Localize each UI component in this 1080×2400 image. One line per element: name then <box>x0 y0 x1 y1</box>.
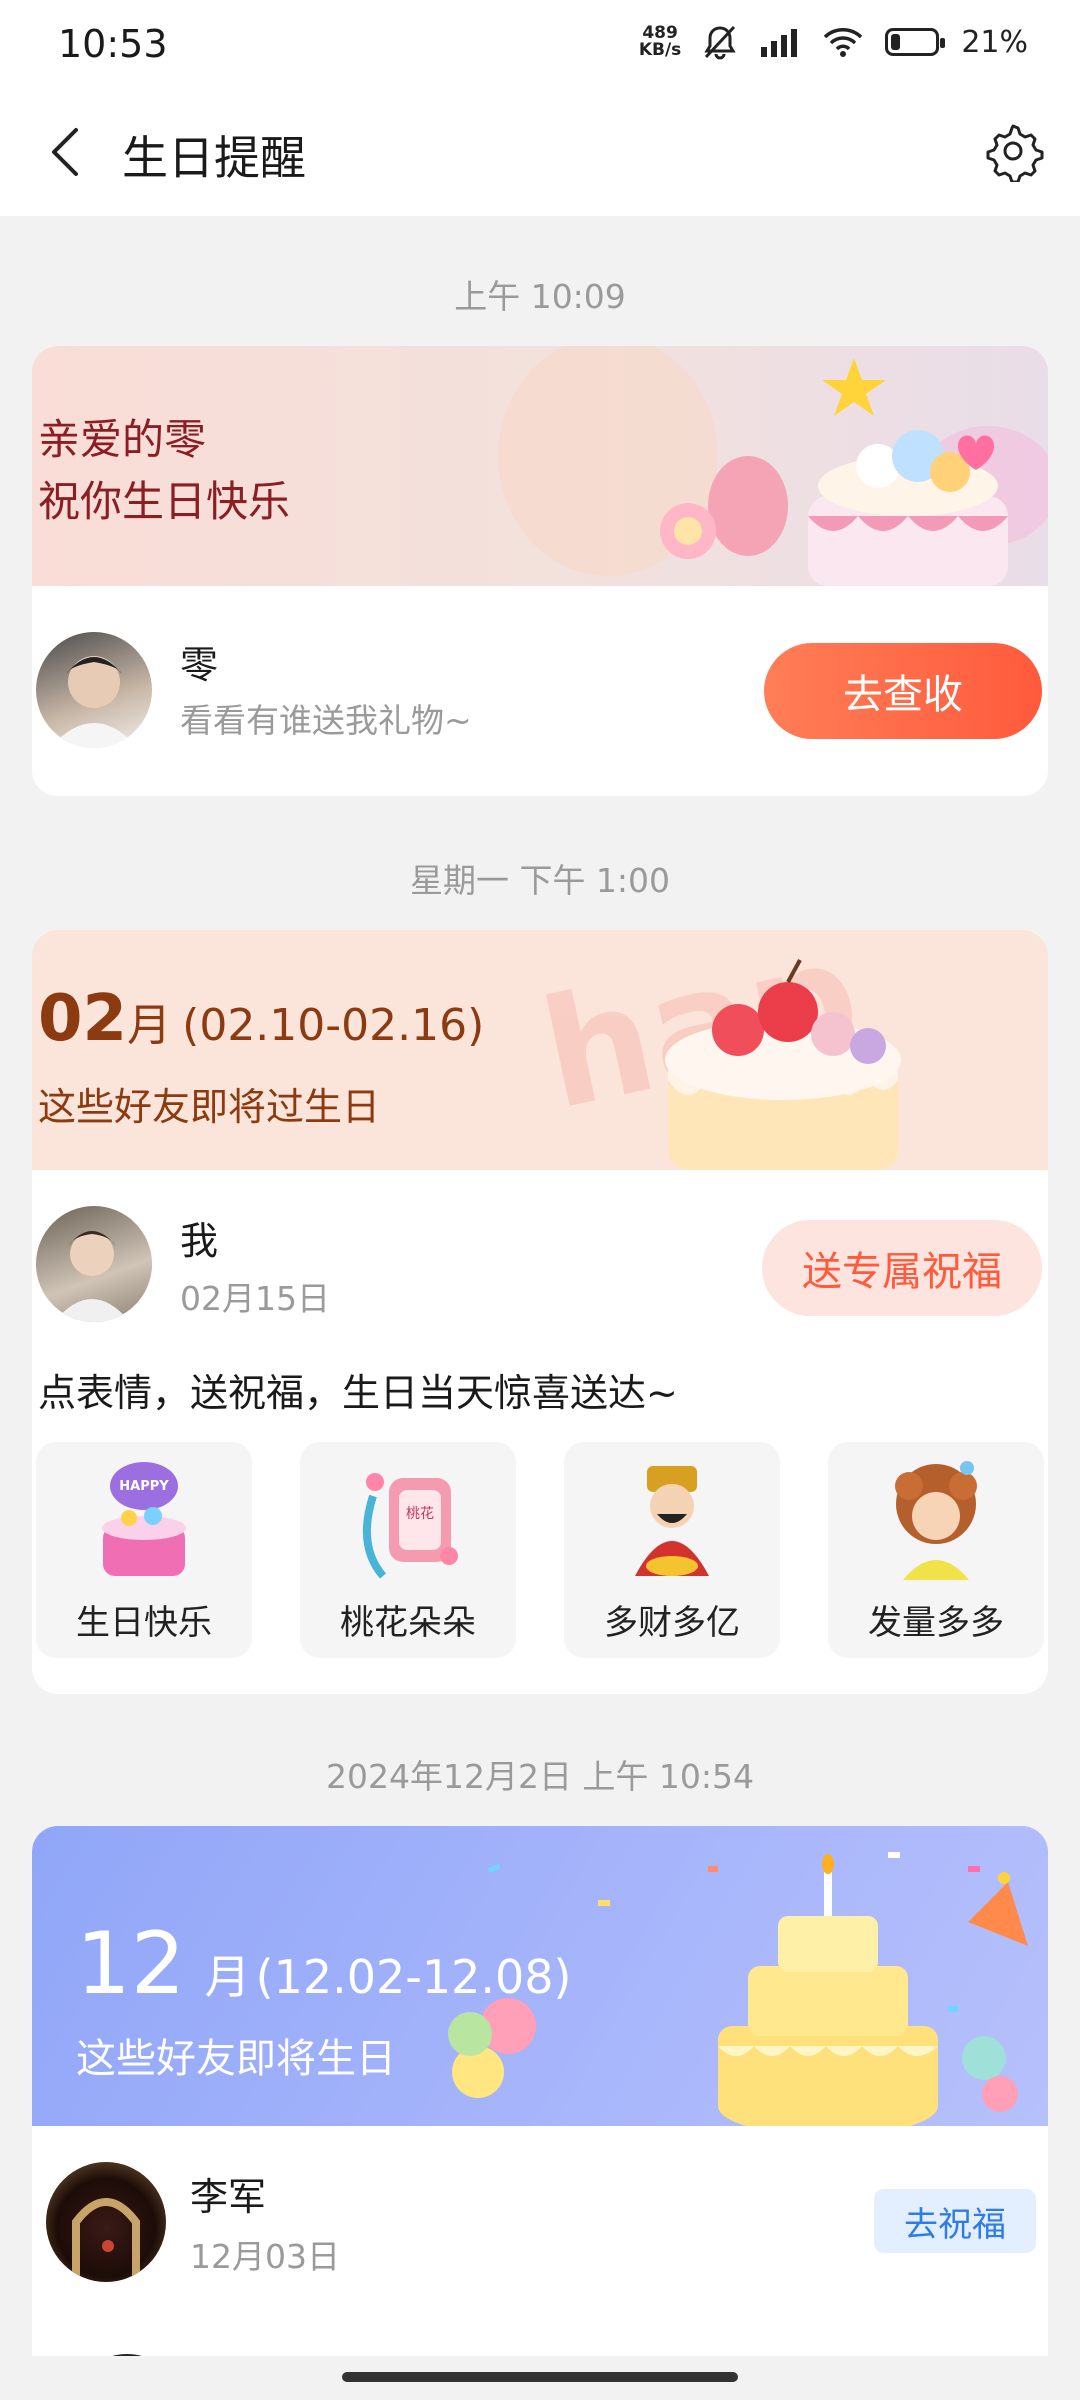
settings-gear-icon[interactable] <box>982 120 1044 182</box>
bell-muted-icon <box>704 25 736 60</box>
birthday-friend-row: 李军 12月03日 去祝福 <box>32 2126 1048 2326</box>
sticker-curly-hair[interactable]: 发量多多 <box>828 1442 1044 1658</box>
send-blessing-button[interactable]: 去祝福 <box>874 2189 1036 2253</box>
december-banner: 12 月 (12.02-12.08) 这些好友即将生日 <box>32 1826 1048 2126</box>
sticker-label: 生日快乐 <box>76 1603 212 1643</box>
avatar[interactable] <box>46 2162 166 2282</box>
status-bar: 10:53 489 KB/s 21% <box>0 0 1080 96</box>
message-timestamp: 星期一 下午 1:00 <box>409 861 671 900</box>
banner-month-unit: 月 <box>127 1000 172 1051</box>
sticker-label: 发量多多 <box>868 1603 1004 1643</box>
peach-blossom-charm-sticker-icon: 桃花 <box>362 1473 458 1579</box>
upcoming-banner: hap 02月 (02.10-02.16) 这些好友即将过生日 <box>32 930 1048 1170</box>
friend-name: 李军 <box>190 2175 267 2219</box>
avatar-photo-icon <box>72 2198 140 2282</box>
check-gifts-button[interactable]: 去查收 <box>764 643 1042 739</box>
user-subtitle: 看看有谁送我礼物~ <box>180 701 472 740</box>
happy-birthday-cake-illustration: hap <box>529 930 901 1170</box>
network-speed: 489 KB/s <box>639 25 681 59</box>
birthday-greeting-card: 亲爱的零 祝你生日快乐 零 看看有谁送我礼物~ 去查收 <box>32 346 1048 796</box>
banner-month-number: 02 <box>38 982 128 1056</box>
sticker-peach-blossom[interactable]: 桃花 桃花朵朵 <box>300 1442 516 1658</box>
home-indicator[interactable] <box>342 2372 738 2382</box>
curly-hair-kid-sticker-icon <box>895 1461 977 1580</box>
battery-percent: 21% <box>961 24 1028 60</box>
avatar-portrait-icon <box>54 1231 130 1322</box>
friend-birthday-date: 02月15日 <box>180 1279 330 1318</box>
upcoming-birthdays-card: hap 02月 (02.10-02.16) 这些好友即将过生日 我 02月15日… <box>32 930 1048 1694</box>
upcoming-banner-subtitle: 这些好友即将过生日 <box>38 1085 381 1129</box>
page-title: 生日提醒 <box>122 131 306 185</box>
network-speed-unit: KB/s <box>638 40 682 60</box>
december-banner-subtitle: 这些好友即将生日 <box>76 2036 396 2082</box>
avatar[interactable] <box>36 1206 152 1322</box>
status-time: 10:53 <box>58 22 168 66</box>
december-banner-heading: 12 月 (12.02-12.08) <box>76 1914 572 2014</box>
send-exclusive-wish-button[interactable]: 送专属祝福 <box>762 1220 1042 1316</box>
greeting-user-row: 零 看看有谁送我礼物~ 去查收 <box>32 586 1048 796</box>
greeting-banner: 亲爱的零 祝你生日快乐 <box>32 346 1048 586</box>
message-timestamp: 2024年12月2日 上午 10:54 <box>325 1757 755 1796</box>
banner-month-unit: 月 <box>204 1950 251 2004</box>
cake-balloons-illustration <box>498 346 1048 586</box>
sticker-label: 多财多亿 <box>604 1603 740 1643</box>
banner-month-number: 12 <box>76 1914 186 2014</box>
birthday-cake-sticker-icon: HAPPY <box>102 1462 186 1576</box>
avatar-portrait-icon <box>50 656 138 748</box>
sticker-birthday-cake[interactable]: HAPPY 生日快乐 <box>36 1442 252 1658</box>
user-name: 零 <box>180 643 219 687</box>
svg-text:桃花: 桃花 <box>406 1506 434 1522</box>
greeting-line-1: 亲爱的零 <box>38 415 207 464</box>
avatar[interactable] <box>36 632 152 748</box>
battery-icon <box>885 28 946 56</box>
message-timestamp: 上午 10:09 <box>454 277 626 316</box>
back-arrow-icon[interactable] <box>38 122 98 182</box>
sticker-prompt: 点表情，送祝福，生日当天惊喜送达~ <box>38 1371 678 1415</box>
svg-text:HAPPY: HAPPY <box>119 1479 169 1494</box>
friend-name: 我 <box>180 1219 219 1263</box>
app-header: 生日提醒 <box>0 96 1080 216</box>
friend-birthday-date: 12月03日 <box>190 2237 340 2276</box>
birthday-friend-row: 我 02月15日 送专属祝福 <box>32 1170 1048 1360</box>
greeting-line-2: 祝你生日快乐 <box>38 477 291 526</box>
sticker-label: 桃花朵朵 <box>340 1603 476 1643</box>
signal-icon <box>761 29 798 57</box>
sticker-row: HAPPY 生日快乐 桃花 桃花朵朵 多财多亿 发量多多 <box>32 1442 1048 1658</box>
wifi-icon <box>824 28 863 57</box>
banner-date-range: (12.02-12.08) <box>255 1950 572 2004</box>
god-of-wealth-sticker-icon <box>635 1466 709 1576</box>
upcoming-banner-heading: 02月 (02.10-02.16) <box>38 982 484 1056</box>
banner-date-range: (02.10-02.16) <box>182 1000 485 1051</box>
status-icons: 489 KB/s 21% <box>639 24 1028 60</box>
sticker-god-of-wealth[interactable]: 多财多亿 <box>564 1442 780 1658</box>
december-birthdays-card: 12 月 (12.02-12.08) 这些好友即将生日 李军 12月03日 去祝… <box>32 1826 1048 2386</box>
